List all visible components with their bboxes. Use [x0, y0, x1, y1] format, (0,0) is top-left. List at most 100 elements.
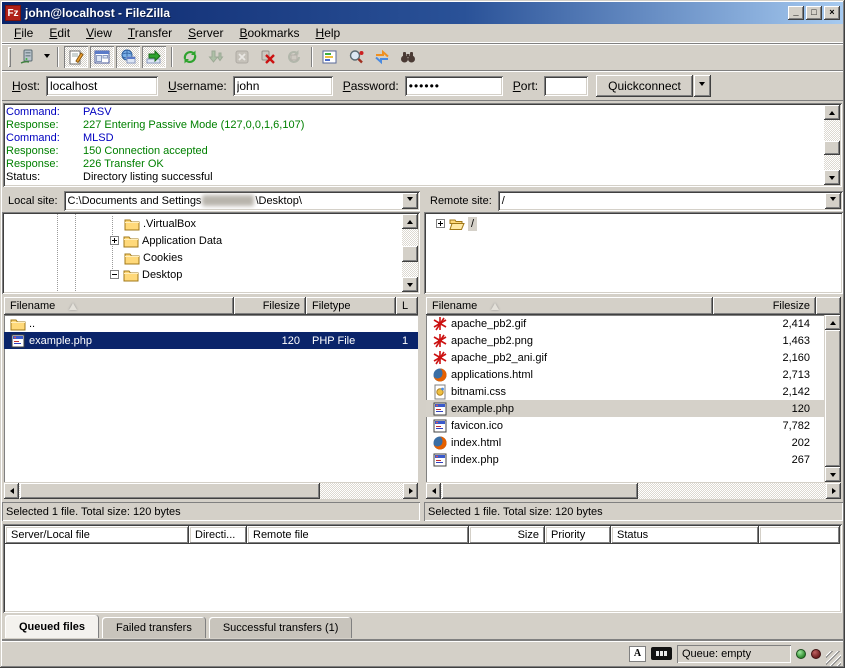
remote-row-example-php[interactable]: example.php 120 [426, 400, 824, 417]
activity-led-green-icon [796, 649, 806, 659]
expand-icon[interactable] [110, 236, 119, 245]
directory-comparison-icon [348, 49, 364, 65]
maximize-button[interactable]: □ [806, 6, 822, 20]
column-header-filename[interactable]: Filename [426, 297, 713, 315]
remote-horizontal-scrollbar[interactable] [426, 483, 841, 499]
local-site-combo[interactable]: C:\Documents and Settings \Desktop\ [64, 191, 420, 211]
menu-help[interactable]: Help [308, 24, 349, 42]
filter-button[interactable] [318, 46, 342, 68]
queue-column-size[interactable]: Size [469, 526, 545, 544]
remote-row[interactable]: apache_pb2_ani.gif 2,160 [426, 349, 824, 366]
menu-transfer[interactable]: Transfer [120, 24, 180, 42]
transfer-type-ascii-icon[interactable]: A [629, 646, 646, 662]
tree-item-desktop[interactable]: Desktop [4, 266, 400, 283]
port-input[interactable] [544, 76, 588, 96]
site-manager-icon [19, 49, 35, 65]
toggle-local-tree-button[interactable] [90, 46, 114, 68]
close-button[interactable]: × [824, 6, 840, 20]
resize-grip[interactable] [826, 651, 841, 666]
local-path-prefix: C:\Documents and Settings [68, 195, 202, 207]
remote-row[interactable]: favicon.ico 7,782 [426, 417, 824, 434]
activity-led-red-icon [811, 649, 821, 659]
menu-edit[interactable]: Edit [41, 24, 78, 42]
message-log-icon [68, 49, 84, 65]
directory-comparison-button[interactable] [344, 46, 368, 68]
column-header-filesize[interactable]: Filesize [713, 297, 816, 315]
queue-view-icon [146, 49, 162, 65]
local-horizontal-scrollbar[interactable] [4, 483, 418, 499]
queue-column-status[interactable]: Status [611, 526, 759, 544]
folder-icon [123, 267, 139, 283]
tree-item-cookies[interactable]: Cookies [4, 249, 400, 266]
local-tree-icon [94, 49, 110, 65]
remote-row[interactable]: apache_pb2.gif 2,414 [426, 315, 824, 332]
remote-site-combo-arrow[interactable] [825, 193, 841, 209]
host-input[interactable] [46, 76, 158, 96]
message-log: Command:PASV Response:227 Entering Passi… [3, 103, 842, 187]
local-row-parent-dir[interactable]: .. [4, 315, 418, 332]
site-manager-dropdown[interactable] [40, 46, 53, 68]
toggle-queue-button[interactable] [142, 46, 166, 68]
log-scrollbar[interactable] [824, 105, 840, 185]
tab-failed-transfers[interactable]: Failed transfers [102, 617, 206, 638]
queue-column-server-local[interactable]: Server/Local file [5, 526, 189, 544]
queue-column-direction[interactable]: Directi... [189, 526, 247, 544]
local-path-suffix: \Desktop\ [255, 195, 301, 207]
queue-column-spacer [759, 526, 840, 544]
toolbar-grip[interactable] [8, 47, 11, 67]
tree-item-application-data[interactable]: Application Data [4, 232, 400, 249]
column-header-lastmodified[interactable]: L [396, 297, 418, 315]
remote-vertical-scrollbar[interactable] [825, 315, 841, 482]
menu-view[interactable]: View [78, 24, 120, 42]
process-queue-button[interactable] [204, 46, 228, 68]
cancel-button[interactable] [230, 46, 254, 68]
tab-successful-transfers[interactable]: Successful transfers (1) [209, 617, 353, 638]
local-site-label: Local site: [2, 191, 64, 211]
local-row-example-php[interactable]: example.php 120 PHP File 1 [4, 332, 418, 349]
username-label: Username: [168, 79, 227, 93]
username-input[interactable] [233, 76, 333, 96]
menu-server[interactable]: Server [180, 24, 231, 42]
disconnect-button[interactable] [256, 46, 280, 68]
queue-column-remote-file[interactable]: Remote file [247, 526, 469, 544]
synchronized-browsing-button[interactable] [370, 46, 394, 68]
tree-item-virtualbox[interactable]: .VirtualBox [4, 215, 400, 232]
find-files-button[interactable] [396, 46, 420, 68]
remote-directory-tree: / [424, 212, 843, 294]
refresh-button[interactable] [178, 46, 202, 68]
password-input[interactable] [405, 76, 503, 96]
column-header-filesize[interactable]: Filesize [234, 297, 306, 315]
remote-row[interactable]: apache_pb2.png 1,463 [426, 332, 824, 349]
reconnect-icon [286, 49, 302, 65]
local-tree-scrollbar[interactable] [402, 214, 418, 292]
reconnect-button[interactable] [282, 46, 306, 68]
speed-limits-icon[interactable] [651, 647, 672, 660]
collapse-icon[interactable] [110, 270, 119, 279]
minimize-button[interactable]: _ [788, 6, 804, 20]
remote-site-combo[interactable]: / [498, 191, 843, 211]
php-file-icon [10, 333, 26, 349]
toggle-remote-tree-button[interactable] [116, 46, 140, 68]
remote-row[interactable]: index.html 202 [426, 434, 824, 451]
remote-row[interactable]: applications.html 2,713 [426, 366, 824, 383]
menu-file[interactable]: File [6, 24, 41, 42]
css-file-icon [432, 384, 448, 400]
site-manager-button[interactable] [15, 46, 39, 68]
remote-row[interactable]: index.php 267 [426, 451, 824, 468]
tab-queued-files[interactable]: Queued files [5, 615, 99, 638]
remote-tree-icon [120, 49, 136, 65]
quickconnect-button[interactable]: Quickconnect [596, 75, 693, 97]
column-header-filename[interactable]: Filename [4, 297, 234, 315]
toolbar-separator [171, 47, 173, 67]
quickconnect-dropdown[interactable] [694, 75, 711, 97]
local-site-combo-arrow[interactable] [402, 193, 418, 209]
expand-icon[interactable] [436, 219, 445, 228]
local-panel: Local site: C:\Documents and Settings \De… [2, 190, 420, 522]
remote-row[interactable]: bitnami.css 2,142 [426, 383, 824, 400]
column-header-spacer [816, 297, 841, 315]
toggle-log-button[interactable] [64, 46, 88, 68]
column-header-filetype[interactable]: Filetype [306, 297, 396, 315]
tree-item-root[interactable]: / [426, 215, 841, 232]
menu-bookmarks[interactable]: Bookmarks [231, 24, 307, 42]
queue-column-priority[interactable]: Priority [545, 526, 611, 544]
